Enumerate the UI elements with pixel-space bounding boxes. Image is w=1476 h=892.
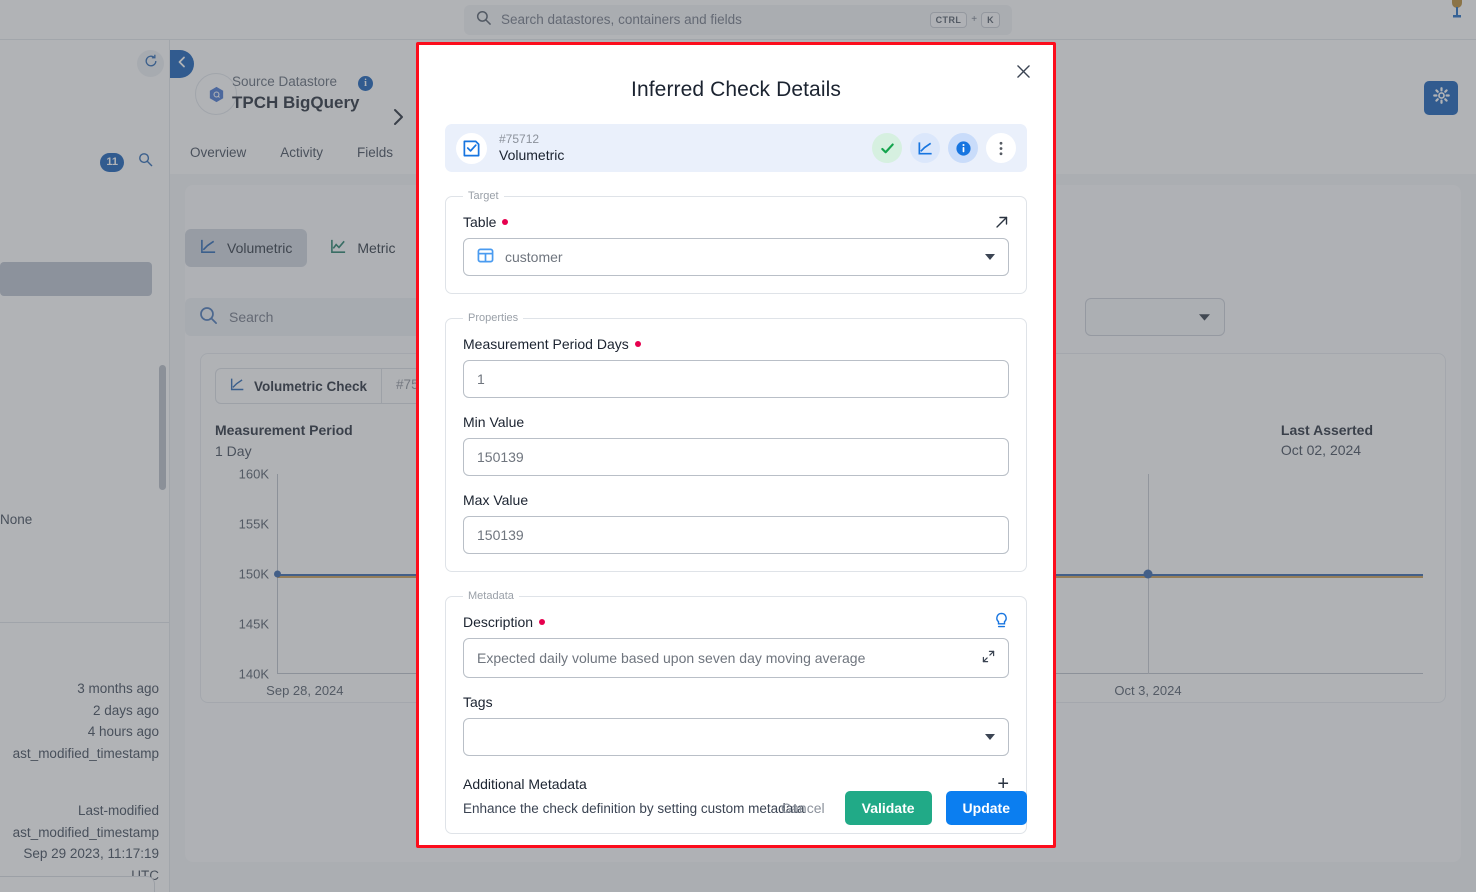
- target-legend: Target: [468, 190, 499, 202]
- min-value-label: Min Value: [463, 414, 1009, 430]
- min-value: 150139: [477, 449, 524, 465]
- external-link-icon[interactable]: [995, 215, 1009, 232]
- additional-metadata-label: Additional Metadata: [463, 776, 587, 792]
- max-value-label: Max Value: [463, 492, 1009, 508]
- max-value: 150139: [477, 527, 524, 543]
- modal-footer: Cancel Validate Update: [775, 791, 1027, 825]
- chevron-down-icon[interactable]: [985, 734, 995, 740]
- max-value-input[interactable]: 150139: [463, 516, 1009, 554]
- more-vertical-icon[interactable]: [986, 133, 1016, 163]
- chevron-down-icon[interactable]: [985, 254, 995, 260]
- measurement-period-days-input[interactable]: 1: [463, 360, 1009, 398]
- measurement-period-days-value: 1: [477, 371, 485, 387]
- measurement-period-days-label: Measurement Period Days: [463, 336, 1009, 352]
- volumetric-chart-icon[interactable]: [910, 133, 940, 163]
- table-value: customer: [505, 249, 563, 265]
- tags-label-text: Tags: [463, 694, 493, 710]
- description-input[interactable]: Expected daily volume based upon seven d…: [463, 638, 1009, 678]
- expand-icon[interactable]: [982, 650, 995, 666]
- table-label-text: Table: [463, 214, 497, 230]
- check-id: #75712: [499, 131, 540, 146]
- description-value: Expected daily volume based upon seven d…: [477, 650, 866, 666]
- metadata-legend: Metadata: [468, 590, 514, 602]
- check-document-icon: [456, 132, 487, 164]
- description-label: Description: [463, 614, 546, 630]
- status-ok-icon[interactable]: [872, 133, 902, 163]
- close-icon[interactable]: [1011, 59, 1035, 83]
- min-value-label-text: Min Value: [463, 414, 525, 430]
- required-indicator: [502, 219, 509, 225]
- min-value-input[interactable]: 150139: [463, 438, 1009, 476]
- table-select[interactable]: customer: [463, 238, 1009, 276]
- measurement-period-days-label-text: Measurement Period Days: [463, 336, 629, 352]
- tags-select[interactable]: [463, 718, 1009, 756]
- check-summary-actions: [872, 133, 1016, 163]
- table-icon: [477, 247, 494, 267]
- tags-label: Tags: [463, 694, 1009, 710]
- max-value-label-text: Max Value: [463, 492, 529, 508]
- update-button[interactable]: Update: [945, 791, 1027, 825]
- properties-section: Properties Measurement Period Days 1 Min…: [445, 312, 1027, 572]
- validate-button[interactable]: Validate: [844, 791, 932, 825]
- required-indicator: [634, 341, 641, 347]
- check-name: Volumetric: [499, 146, 565, 163]
- properties-legend: Properties: [468, 312, 519, 324]
- modal-title: Inferred Check Details: [631, 78, 841, 101]
- lightbulb-icon[interactable]: [994, 612, 1009, 634]
- inferred-check-details-modal: Inferred Check Details #75712 Volumetric: [416, 42, 1056, 848]
- check-summary-texts: #75712 Volumetric: [499, 132, 860, 165]
- description-label-text: Description: [463, 614, 534, 630]
- check-summary-banner: #75712 Volumetric: [445, 124, 1027, 172]
- info-icon[interactable]: [948, 133, 978, 163]
- table-field-label: Table: [463, 214, 509, 230]
- cancel-button[interactable]: Cancel: [775, 791, 831, 825]
- target-section: Target Table customer: [445, 190, 1027, 294]
- required-indicator: [539, 619, 546, 625]
